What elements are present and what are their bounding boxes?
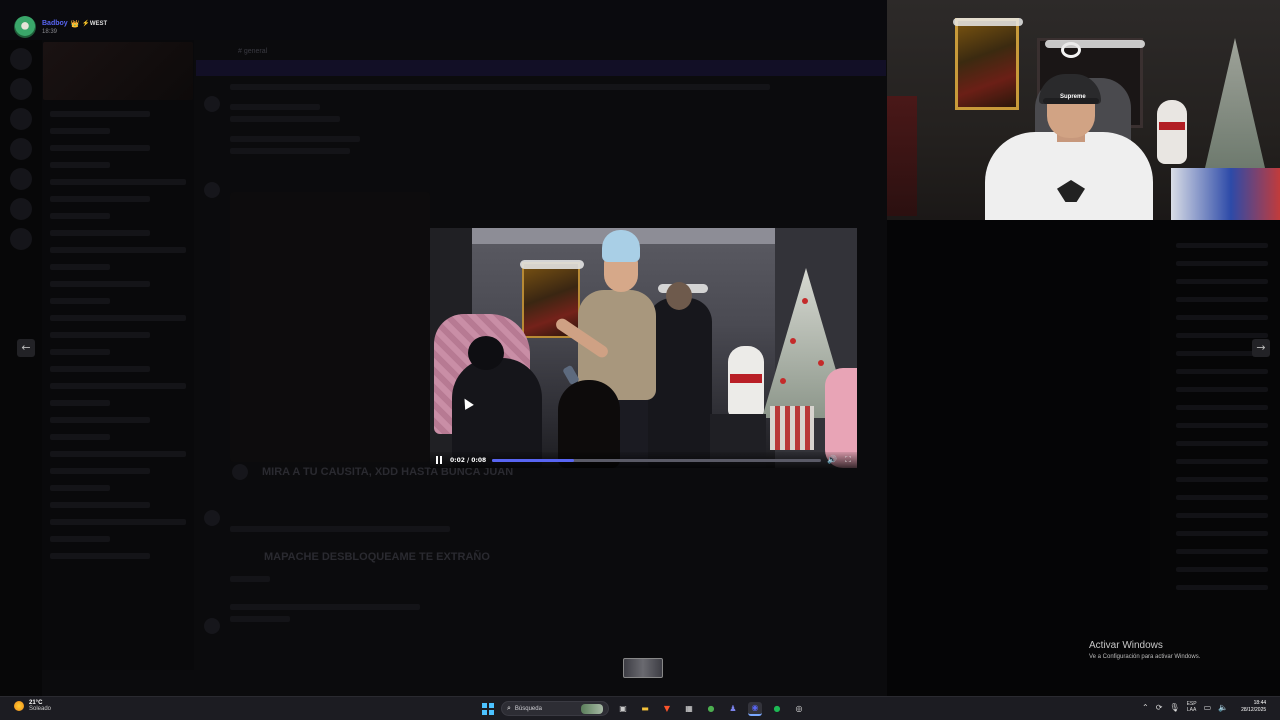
windows-activation-watermark: Activar Windows Ve a Configuración para … <box>1089 640 1200 660</box>
spotify-icon: ● <box>773 704 781 713</box>
channel-list <box>42 40 194 670</box>
sync-icon[interactable]: ⟳ <box>1156 703 1163 712</box>
speaker-icon[interactable]: 🔈 <box>1218 703 1228 712</box>
username: Badboy <box>42 20 68 27</box>
discord-taskbar-button[interactable]: ◉ <box>748 701 762 716</box>
brave-browser-taskbar-button[interactable]: ▼ <box>660 702 674 716</box>
user-tag: ⚡WEST <box>82 21 108 27</box>
language-indicator[interactable]: ESP LAA <box>1187 701 1197 713</box>
current-user: Badboy 👑 ⚡WEST 18:39 <box>14 16 107 38</box>
task-view-taskbar-button[interactable]: ▣ <box>616 702 630 716</box>
embed-preview <box>230 192 430 462</box>
arrow-right-icon: → <box>1256 341 1266 354</box>
windows-icon <box>482 702 487 708</box>
app-grid-taskbar-button[interactable]: ▦ <box>682 702 696 716</box>
teams-icon: ♟ <box>729 704 737 713</box>
chrome-taskbar-button[interactable]: ● <box>704 702 718 716</box>
notice-banner <box>196 60 886 76</box>
cap-logo-text: Supreme <box>1060 94 1086 100</box>
teddy-bear <box>1157 100 1187 164</box>
next-button[interactable]: → <box>1252 339 1270 357</box>
media-thumbnail[interactable] <box>623 658 663 678</box>
streamer <box>985 132 1153 220</box>
taskbar: 21°C Soleado ⌕ Búsqueda ▣ ▬ ▼ ▦ ● ♟ ◉ ● ◎ ⌃ ⟳ 🎙 … <box>0 696 1280 720</box>
discord-icon: ◉ <box>751 703 759 712</box>
server-list <box>0 40 42 696</box>
video-frame <box>430 228 857 468</box>
activation-title: Activar Windows <box>1089 640 1163 651</box>
arrow-left-icon: ← <box>21 341 31 354</box>
video-time: 0:02 / 0:08 <box>450 456 487 464</box>
search-highlight-art <box>581 703 603 714</box>
fullscreen-button[interactable]: ⛶ <box>843 455 853 465</box>
weather-condition: Soleado <box>29 706 52 712</box>
system-tray: ⌃ ⟳ 🎙 ESP LAA ▭ 🔈 18:44 28/12/2025 <box>1142 700 1266 714</box>
weather-widget[interactable]: 21°C Soleado <box>14 700 51 712</box>
search-placeholder: Búsqueda <box>514 705 542 712</box>
record-icon: ◎ <box>795 704 803 713</box>
clock-time: 18:44 <box>1253 700 1267 706</box>
pause-icon <box>436 456 438 464</box>
discord-topbar <box>0 0 887 40</box>
file-explorer-taskbar-button[interactable]: ▬ <box>638 702 652 716</box>
avatar <box>14 16 36 38</box>
clock-date: 28/12/2025 <box>1241 707 1267 713</box>
message-time: 18:39 <box>42 28 58 35</box>
file-explorer-icon: ▬ <box>641 704 649 713</box>
wall-painting <box>955 18 1019 110</box>
message-headline-2: MAPACHE DESBLOQUEAME TE EXTRAÑO <box>264 551 490 563</box>
chrome-icon: ● <box>707 704 715 713</box>
app-grid-icon: ▦ <box>685 704 693 713</box>
teams-taskbar-button[interactable]: ♟ <box>726 702 740 716</box>
pause-button[interactable] <box>434 455 444 465</box>
start-button[interactable] <box>482 702 494 715</box>
member-list <box>1150 230 1280 670</box>
brave-browser-icon: ▼ <box>663 704 671 713</box>
chevron-up-icon[interactable]: ⌃ <box>1142 703 1149 712</box>
volume-button[interactable]: 🔊 <box>827 455 837 465</box>
microphone-icon[interactable]: 🎙 <box>1169 703 1179 712</box>
video-player[interactable]: 0:02 / 0:08 🔊 ⛶ <box>430 228 857 468</box>
video-controls: 0:02 / 0:08 🔊 ⛶ <box>430 452 857 468</box>
search-input[interactable]: ⌕ Búsqueda <box>501 701 609 716</box>
spotify-taskbar-button[interactable]: ● <box>770 702 784 716</box>
seek-bar-fill <box>492 458 575 462</box>
taskbar-apps: ⌕ Búsqueda ▣ ▬ ▼ ▦ ● ♟ ◉ ● ◎ <box>482 701 806 716</box>
network-icon[interactable]: ▭ <box>1204 703 1212 712</box>
activation-subtitle: Ve a Configuración para activar Windows. <box>1089 654 1201 660</box>
fullscreen-icon: ⛶ <box>845 455 851 464</box>
search-icon: ⌕ <box>507 704 511 712</box>
channel-title: # general <box>238 48 268 55</box>
previous-button[interactable]: ← <box>17 339 35 357</box>
webcam-feed: Supreme <box>887 0 1280 220</box>
task-view-icon: ▣ <box>619 704 627 713</box>
keyboard-layout: LAA <box>1186 707 1197 713</box>
sun-icon <box>14 701 24 711</box>
clock[interactable]: 18:44 28/12/2025 <box>1241 700 1266 714</box>
screen: # general MIRA A TU CAUSITA, XDD HASTA B… <box>0 0 1280 720</box>
crown-icon: 👑 <box>70 20 80 28</box>
volume-icon: 🔊 <box>827 455 837 464</box>
record-taskbar-button[interactable]: ◎ <box>792 702 806 716</box>
seek-bar[interactable] <box>492 458 821 462</box>
